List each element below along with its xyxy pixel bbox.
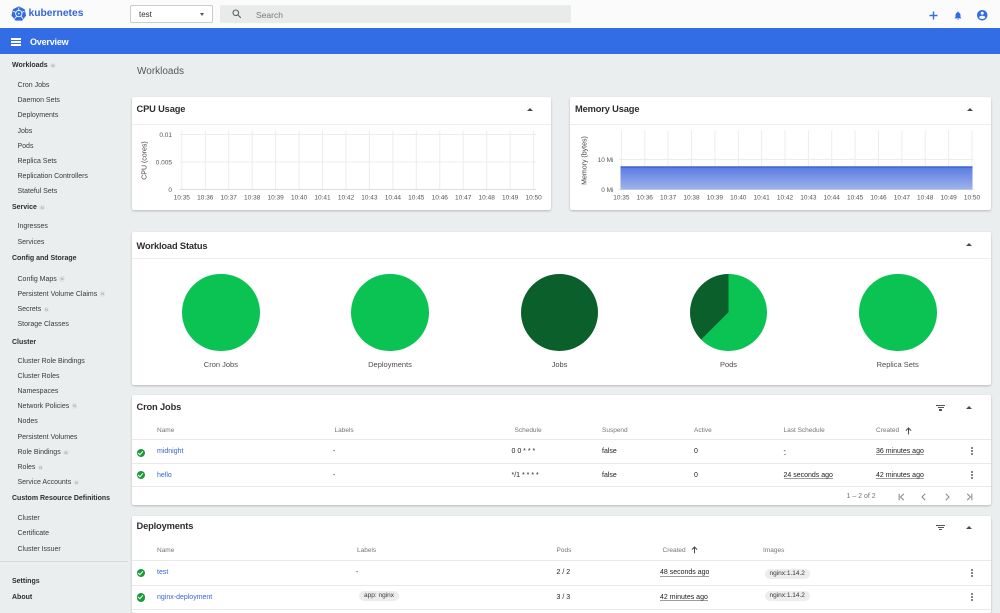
svg-text:10:41: 10:41 (314, 194, 331, 201)
svg-text:10:45: 10:45 (847, 194, 864, 201)
svg-text:10:43: 10:43 (800, 194, 817, 201)
svg-text:10:42: 10:42 (337, 194, 354, 201)
svg-text:10:40: 10:40 (730, 194, 747, 201)
svg-text:10:47: 10:47 (894, 194, 911, 201)
svg-text:10:40: 10:40 (290, 194, 307, 201)
svg-text:10:39: 10:39 (707, 194, 724, 201)
svg-text:0.01: 0.01 (159, 132, 172, 139)
svg-text:10:35: 10:35 (613, 194, 630, 201)
svg-text:10:38: 10:38 (244, 194, 261, 201)
svg-text:10:48: 10:48 (478, 194, 495, 201)
svg-text:10:48: 10:48 (917, 194, 934, 201)
svg-text:10:39: 10:39 (267, 194, 284, 201)
svg-text:0 Mi: 0 Mi (601, 187, 613, 194)
svg-text:10:50: 10:50 (964, 194, 981, 201)
svg-text:10:41: 10:41 (753, 194, 770, 201)
svg-text:10:46: 10:46 (431, 194, 448, 201)
svg-text:10:49: 10:49 (501, 194, 518, 201)
svg-text:10:36: 10:36 (637, 194, 654, 201)
svg-text:0.005: 0.005 (155, 159, 172, 166)
svg-text:10:37: 10:37 (660, 194, 677, 201)
svg-text:CPU (cores): CPU (cores) (141, 141, 148, 180)
svg-text:10:38: 10:38 (683, 194, 700, 201)
svg-text:10:42: 10:42 (777, 194, 794, 201)
svg-text:10:47: 10:47 (455, 194, 472, 201)
svg-text:10:50: 10:50 (525, 194, 542, 201)
svg-text:10 Mi: 10 Mi (598, 157, 614, 164)
svg-text:10:44: 10:44 (824, 194, 841, 201)
svg-text:10:35: 10:35 (173, 194, 190, 201)
svg-text:10:43: 10:43 (361, 194, 378, 201)
svg-text:10:36: 10:36 (197, 194, 214, 201)
svg-text:10:37: 10:37 (220, 194, 237, 201)
svg-text:Memory (bytes): Memory (bytes) (582, 136, 589, 185)
svg-text:0: 0 (168, 187, 172, 194)
svg-text:10:44: 10:44 (384, 194, 401, 201)
svg-text:10:45: 10:45 (408, 194, 425, 201)
svg-text:10:46: 10:46 (870, 194, 887, 201)
svg-text:10:49: 10:49 (940, 194, 957, 201)
